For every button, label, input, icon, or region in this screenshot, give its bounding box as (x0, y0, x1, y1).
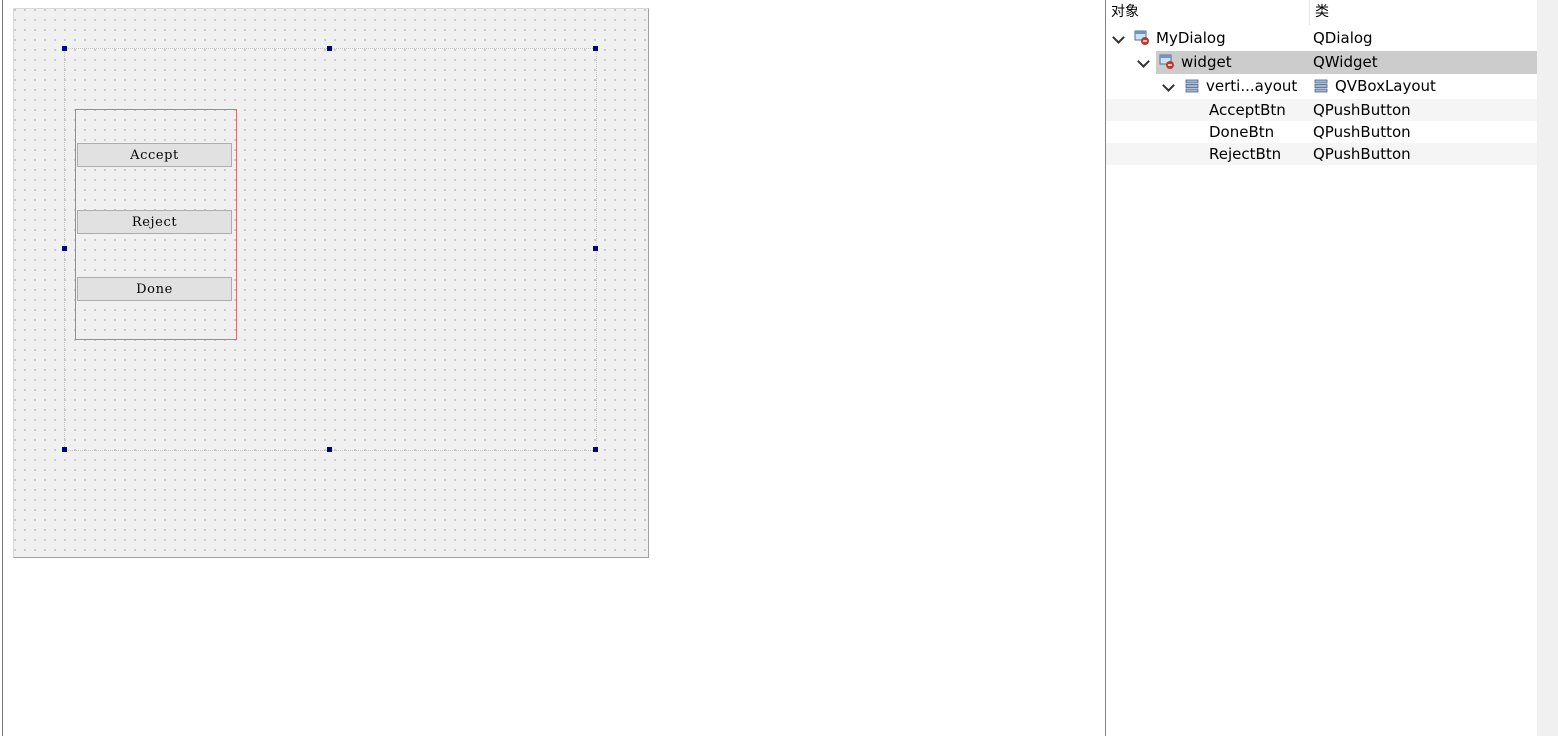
tree-item-class: QPushButton (1313, 123, 1411, 141)
widget-icon (1134, 30, 1149, 45)
tree-item-name: RejectBtn (1209, 145, 1282, 163)
tree-item-name: verti...ayout (1206, 77, 1298, 95)
tree-item-class: QPushButton (1313, 101, 1411, 119)
chevron-down-icon[interactable] (1112, 31, 1125, 44)
resize-handle-bottom-right[interactable] (593, 447, 598, 452)
accept-button[interactable]: Accept (77, 143, 232, 167)
tree-item-name: MyDialog (1156, 29, 1226, 47)
tree-row-verticallayout[interactable]: verti...ayout QVBoxLayout (1106, 75, 1537, 97)
object-inspector-panel: 对象 类 MyDialog QDialog widget QWidget ver… (1105, 0, 1558, 736)
tree-row-donebtn[interactable]: DoneBtn QPushButton (1106, 121, 1537, 143)
tree-item-class: QWidget (1313, 53, 1378, 71)
vertical-scrollbar[interactable] (1537, 0, 1558, 736)
form-editor-area[interactable]: Accept Reject Done (0, 0, 1105, 736)
chevron-down-icon[interactable] (1137, 55, 1150, 68)
vbox-layout-icon (1185, 79, 1199, 93)
done-button[interactable]: Done (77, 277, 232, 301)
editor-left-border (2, 0, 3, 736)
resize-handle-bottom[interactable] (327, 447, 332, 452)
chevron-down-icon[interactable] (1162, 79, 1175, 92)
resize-handle-top-right[interactable] (593, 46, 598, 51)
resize-handle-right[interactable] (593, 246, 598, 251)
tree-item-name: AcceptBtn (1209, 101, 1286, 119)
class-column-header[interactable]: 类 (1310, 0, 1537, 25)
tree-row-widget[interactable]: widget QWidget (1106, 51, 1537, 74)
widget-icon (1159, 54, 1174, 69)
dialog-form-canvas[interactable]: Accept Reject Done (13, 8, 649, 558)
tree-item-class: QPushButton (1313, 145, 1411, 163)
vbox-layout-icon (1314, 79, 1328, 93)
resize-handle-top-left[interactable] (62, 46, 67, 51)
tree-row-acceptbtn[interactable]: AcceptBtn QPushButton (1106, 99, 1537, 121)
inspector-header: 对象 类 (1106, 0, 1537, 25)
resize-handle-bottom-left[interactable] (62, 447, 67, 452)
reject-button[interactable]: Reject (77, 210, 232, 234)
vertical-layout-box[interactable]: Accept Reject Done (75, 109, 237, 340)
tree-item-name: DoneBtn (1209, 123, 1275, 141)
tree-row-mydialog[interactable]: MyDialog QDialog (1106, 27, 1537, 49)
resize-handle-top[interactable] (327, 46, 332, 51)
object-column-header[interactable]: 对象 (1106, 0, 1309, 25)
tree-item-class: QVBoxLayout (1335, 77, 1436, 95)
tree-item-class: QDialog (1313, 29, 1373, 47)
tree-row-rejectbtn[interactable]: RejectBtn QPushButton (1106, 143, 1537, 165)
designer-window: Accept Reject Done 对象 类 MyDialog QDialog (0, 0, 1558, 736)
tree-item-name: widget (1181, 53, 1232, 71)
resize-handle-left[interactable] (62, 246, 67, 251)
